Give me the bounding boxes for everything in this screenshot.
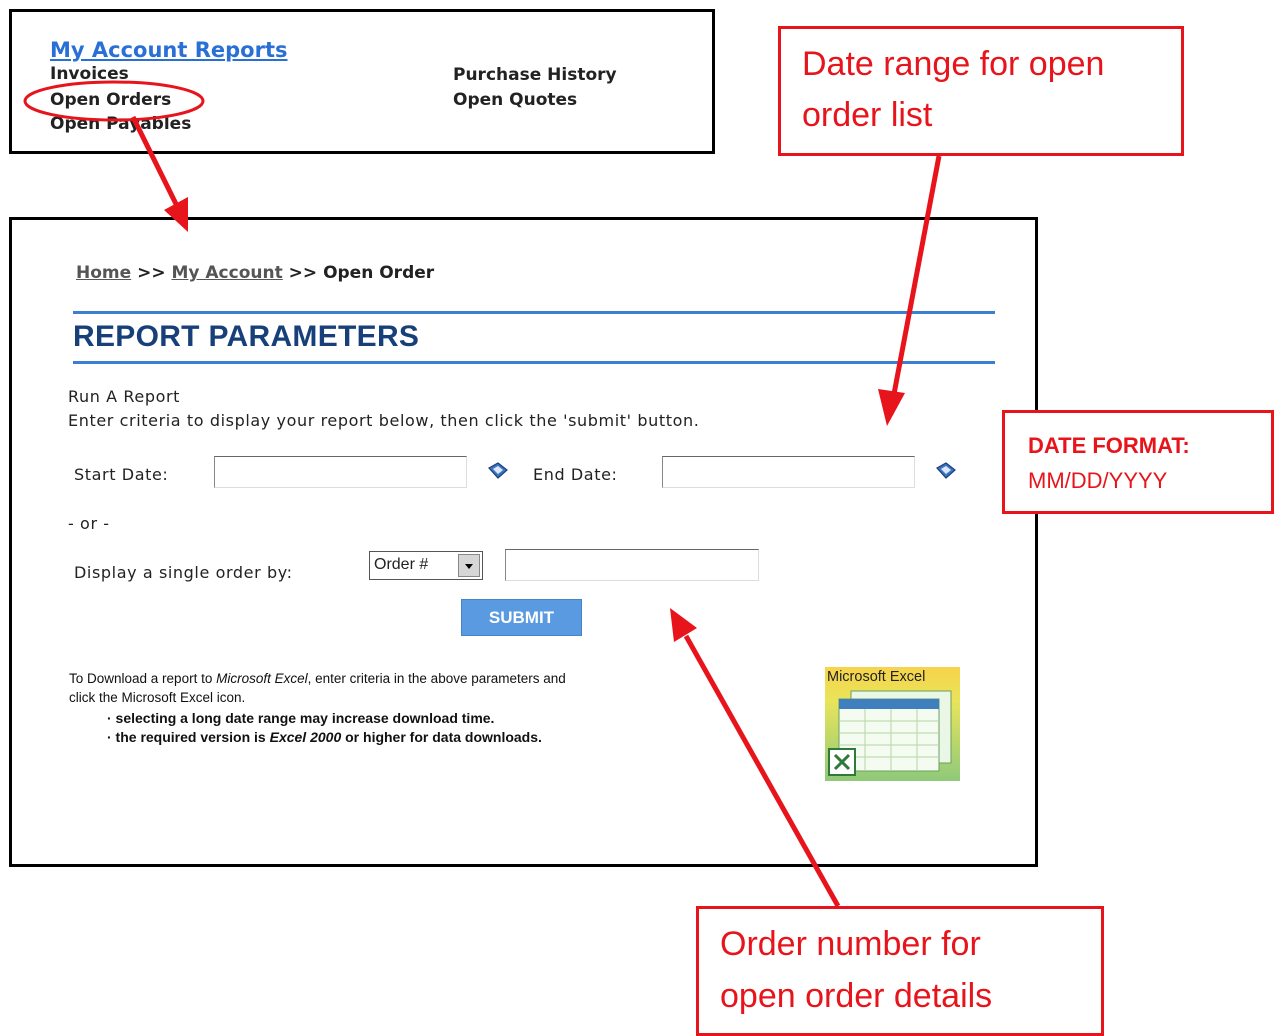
- report-page: Home >> My Account >> Open Order REPORT …: [9, 217, 1038, 867]
- start-date-input[interactable]: [214, 456, 467, 488]
- menu-title-link[interactable]: My Account Reports: [50, 38, 288, 62]
- breadcrumb-current: Open Order: [323, 263, 435, 283]
- excel-version: Excel 2000: [269, 729, 342, 745]
- single-order-label: Display a single order by:: [74, 563, 293, 582]
- download-note-version: · the required version is Excel 2000 or …: [107, 729, 542, 745]
- callout-text: open order details: [720, 977, 993, 1015]
- breadcrumb-separator: >>: [282, 263, 324, 283]
- excel-icon-label: Microsoft Excel: [827, 669, 926, 685]
- or-divider-text: - or -: [68, 514, 110, 533]
- run-report-heading: Run A Report: [68, 387, 181, 406]
- order-number-input[interactable]: [505, 549, 759, 581]
- end-date-input[interactable]: [662, 456, 915, 488]
- date-format-callout: DATE FORMAT: MM/DD/YYYY: [1002, 410, 1274, 514]
- calendar-icon[interactable]: [935, 461, 957, 481]
- menu-item-open-orders[interactable]: Open Orders: [50, 90, 171, 110]
- menu-item-open-quotes[interactable]: Open Quotes: [453, 90, 577, 110]
- spreadsheet-icon: [828, 690, 952, 776]
- order-type-select[interactable]: Order #: [369, 551, 483, 580]
- callout-text: order list: [802, 96, 933, 134]
- download-note-date-range: · selecting a long date range may increa…: [107, 710, 495, 726]
- breadcrumb-account-link[interactable]: My Account: [171, 263, 282, 283]
- menu-item-open-payables[interactable]: Open Payables: [50, 114, 191, 134]
- callout-text: Date range for open: [802, 45, 1105, 83]
- excel-download-icon[interactable]: Microsoft Excel: [825, 667, 960, 781]
- account-reports-menu: My Account Reports Invoices Open Orders …: [9, 9, 715, 154]
- chevron-down-icon[interactable]: [458, 554, 480, 577]
- breadcrumb: Home >> My Account >> Open Order: [76, 263, 434, 283]
- page-title: REPORT PARAMETERS: [73, 320, 420, 353]
- date-format-title: DATE FORMAT:: [1028, 433, 1190, 458]
- order-number-callout: Order number for open order details: [696, 906, 1104, 1036]
- breadcrumb-separator: >>: [131, 263, 172, 283]
- order-type-selected-value: Order #: [374, 556, 429, 573]
- date-format-value: MM/DD/YYYY: [1028, 468, 1168, 493]
- menu-item-invoices[interactable]: Invoices: [50, 64, 129, 84]
- download-instructions-line1: To Download a report to Microsoft Excel,…: [69, 671, 566, 686]
- download-text: a report to: [147, 671, 217, 686]
- title-rule-top: [73, 311, 995, 314]
- download-lead-text: To Download: [69, 671, 148, 686]
- callout-text: Order number for: [720, 925, 981, 963]
- calendar-icon[interactable]: [487, 461, 509, 481]
- submit-button[interactable]: SUBMIT: [461, 599, 582, 636]
- report-instructions: Enter criteria to display your report be…: [68, 411, 700, 430]
- end-date-label: End Date:: [533, 465, 618, 484]
- start-date-label: Start Date:: [74, 465, 169, 484]
- download-note-text: · the required version is: [107, 729, 270, 745]
- download-text: , enter criteria in the above parameters…: [307, 671, 566, 686]
- download-instructions-line2: click the Microsoft Excel icon.: [69, 690, 246, 705]
- download-note-text: or higher for data downloads.: [341, 729, 542, 745]
- title-rule-bottom: [73, 361, 995, 364]
- date-range-callout: Date range for open order list: [778, 26, 1184, 156]
- menu-item-purchase-history[interactable]: Purchase History: [453, 65, 617, 85]
- breadcrumb-home-link[interactable]: Home: [76, 263, 131, 283]
- excel-product-name: Microsoft Excel: [216, 671, 308, 686]
